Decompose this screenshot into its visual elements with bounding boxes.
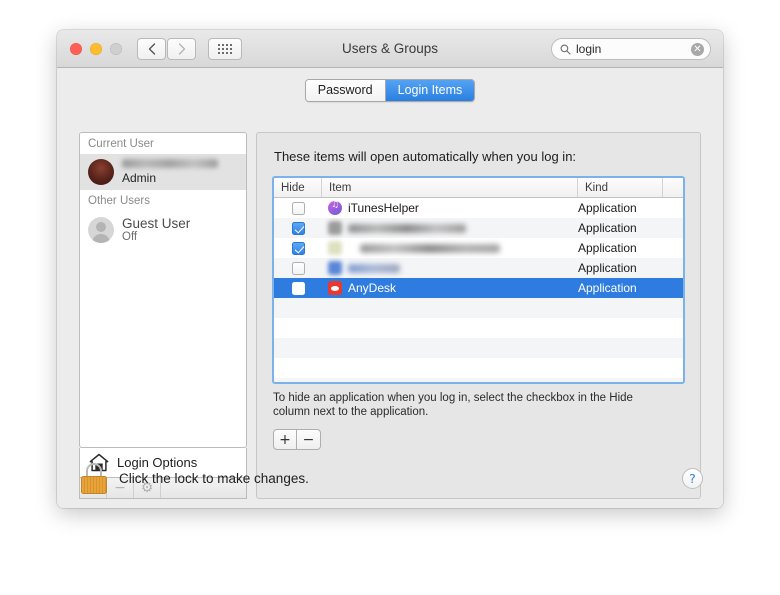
item-cell	[322, 221, 578, 235]
system-preferences-window: Users & Groups login ✕ Password Login It…	[57, 30, 723, 508]
column-header-kind[interactable]: Kind	[578, 178, 663, 197]
clear-search-icon[interactable]: ✕	[691, 42, 704, 56]
kind-cell: Application	[578, 221, 637, 235]
item-name-redacted	[348, 263, 400, 273]
hide-checkbox[interactable]	[291, 261, 305, 275]
table-row-empty	[274, 338, 683, 358]
item-cell	[322, 241, 578, 255]
item-cell: iTunesHelper	[322, 200, 578, 215]
table-row-empty	[274, 298, 683, 318]
search-field[interactable]: login ✕	[551, 38, 711, 60]
hide-checkbox-cell[interactable]	[274, 281, 322, 295]
user-text: Guest User Off	[122, 216, 190, 243]
hide-checkbox[interactable]	[291, 221, 305, 235]
group-header-other-users: Other Users	[80, 190, 246, 211]
item-cell: AnyDesk	[322, 281, 578, 295]
window-body: Password Login Items Current User Admin …	[57, 68, 723, 508]
sidebar-item-current-user[interactable]: Admin	[80, 154, 246, 190]
table-row[interactable]: Application	[274, 258, 683, 278]
sidebar-item-guest-user[interactable]: Guest User Off	[80, 211, 246, 248]
remove-login-item-button[interactable]: −	[297, 429, 321, 450]
table-row[interactable]: iTunesHelper Application	[274, 198, 683, 218]
table-row-empty	[274, 318, 683, 338]
item-cell	[322, 261, 578, 275]
lock-message: Click the lock to make changes.	[119, 471, 309, 486]
user-status: Off	[122, 231, 138, 243]
item-name-redacted	[360, 243, 500, 253]
app-icon-blurred	[328, 221, 342, 235]
search-icon	[560, 44, 571, 55]
users-sidebar[interactable]: Current User Admin Other Users Guest Use…	[79, 132, 247, 448]
lock-bar: Click the lock to make changes. ?	[57, 451, 723, 508]
hide-checkbox-cell[interactable]	[274, 241, 322, 255]
item-buttons: + −	[273, 429, 321, 450]
kind-cell: Application	[578, 281, 637, 295]
column-header-spacer	[663, 178, 683, 197]
hint-text: To hide an application when you log in, …	[273, 392, 633, 418]
user-name: Guest User	[122, 216, 191, 231]
column-header-hide[interactable]: Hide	[274, 178, 322, 197]
tab-login-items[interactable]: Login Items	[384, 80, 475, 101]
anydesk-icon	[328, 281, 342, 295]
tab-password[interactable]: Password	[305, 80, 385, 101]
login-items-panel: These items will open automatically when…	[256, 132, 701, 499]
table-row[interactable]: AnyDesk Application	[274, 278, 683, 298]
kind-cell: Application	[578, 261, 637, 275]
lock-body	[81, 476, 107, 494]
hide-checkbox[interactable]	[291, 201, 305, 215]
avatar	[88, 159, 114, 185]
hide-checkbox-cell[interactable]	[274, 221, 322, 235]
column-header-item[interactable]: Item	[322, 178, 578, 197]
hide-checkbox-cell[interactable]	[274, 261, 322, 275]
lock-icon[interactable]	[81, 463, 107, 494]
item-name-redacted	[348, 223, 466, 233]
app-icon-blurred	[328, 241, 342, 255]
user-role: Admin	[122, 171, 157, 185]
window-titlebar: Users & Groups login ✕	[57, 30, 723, 68]
hide-checkbox[interactable]	[291, 241, 305, 255]
user-text: Admin	[122, 159, 218, 185]
help-button[interactable]: ?	[682, 468, 703, 489]
itunes-icon	[328, 200, 342, 215]
table-header: Hide Item Kind	[274, 178, 683, 198]
tab-bar: Password Login Items	[57, 79, 723, 102]
add-login-item-button[interactable]: +	[273, 429, 297, 450]
item-name: iTunesHelper	[348, 201, 419, 215]
hide-checkbox-cell[interactable]	[274, 201, 322, 215]
panel-title: These items will open automatically when…	[274, 149, 577, 164]
table-row[interactable]: Application	[274, 218, 683, 238]
table-row-empty	[274, 358, 683, 378]
login-items-table[interactable]: Hide Item Kind iTunesHelper Application	[272, 176, 685, 384]
search-input[interactable]: login	[576, 39, 691, 59]
group-header-current-user: Current User	[80, 133, 246, 154]
item-name: AnyDesk	[348, 281, 397, 295]
table-row-empty	[274, 378, 683, 382]
app-icon-blurred	[328, 261, 342, 275]
kind-cell: Application	[578, 241, 637, 255]
table-row[interactable]: Application	[274, 238, 683, 258]
user-name-redacted	[122, 159, 218, 168]
kind-cell: Application	[578, 201, 637, 215]
hide-checkbox[interactable]	[291, 281, 305, 295]
avatar	[88, 216, 114, 243]
